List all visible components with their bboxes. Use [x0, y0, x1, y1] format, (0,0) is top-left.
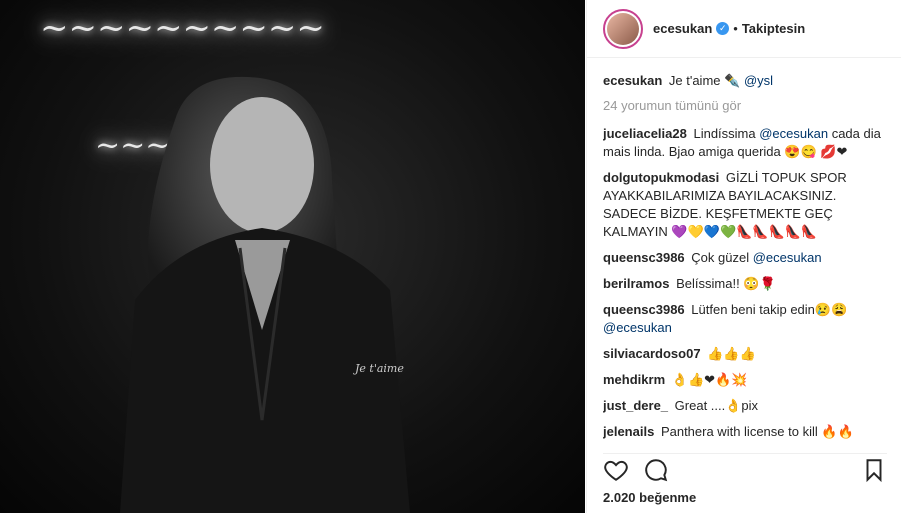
separator-dot: • [733, 21, 738, 36]
instagram-post: ~~~~~~~~~~ ~~~~~~~~ Je t'aime ecesukan ✓… [0, 0, 901, 513]
comment-username[interactable]: silviacardoso07 [603, 346, 701, 361]
comment-text: Belíssima!! 😳🌹 [676, 276, 776, 291]
caption-mention[interactable]: @ysl [744, 73, 773, 88]
comment-item: berilramos Belíssima!! 😳🌹 [603, 275, 887, 293]
view-all-comments[interactable]: 24 yorumun tümünü gör [603, 98, 887, 113]
caption-text: Je t'aime ✒️ [668, 73, 741, 88]
action-bar [603, 453, 887, 486]
comment-username[interactable]: queensc3986 [603, 250, 685, 265]
header-username[interactable]: ecesukan [653, 21, 712, 36]
comments-list: ecesukan Je t'aime ✒️ @ysl 24 yorumun tü… [603, 72, 887, 447]
post-sidebar: ecesukan ✓ • Takiptesin ecesukan Je t'ai… [586, 0, 901, 513]
save-icon[interactable] [861, 457, 887, 483]
comment-mention[interactable]: @ecesukan [759, 126, 828, 141]
comment-username[interactable]: mehdikrm [603, 372, 665, 387]
comment-text: Great ....👌pix [674, 398, 759, 413]
comment-item: mehdikrm 👌👍❤🔥💥 [603, 371, 887, 389]
comment-username[interactable]: queensc3986 [603, 302, 685, 317]
comment-username[interactable]: juceliacelia28 [603, 126, 687, 141]
avatar-image [607, 12, 639, 45]
comment-item: jelenails Panthera with license to kill … [603, 423, 887, 441]
comment-item: silviacardoso07 👍👍👍 [603, 345, 887, 363]
comment-username[interactable]: dolgutopukmodasi [603, 170, 719, 185]
verified-icon: ✓ [716, 22, 730, 35]
comment-mention[interactable]: @ecesukan [753, 250, 822, 265]
comment-username[interactable]: just_dere_ [603, 398, 668, 413]
post-header: ecesukan ✓ • Takiptesin [587, 0, 901, 58]
comment-text: Lütfen beni takip edin😢😩 [691, 302, 848, 317]
comment-text: Çok güzel [691, 250, 753, 265]
comment-mention[interactable]: @ecesukan [603, 320, 672, 335]
comment-item: juceliacelia28 Lindíssima @ecesukan cada… [603, 125, 887, 161]
comment-item: just_dere_ Great ....👌pix [603, 397, 887, 415]
comment-item: dolgutopukmodasi GİZLİ TOPUK SPOR AYAKKA… [603, 169, 887, 241]
like-icon[interactable] [603, 457, 629, 483]
comment-item: queensc3986 Çok güzel @ecesukan [603, 249, 887, 267]
follow-status[interactable]: Takiptesin [742, 21, 805, 36]
post-photo[interactable]: ~~~~~~~~~~ ~~~~~~~~ Je t'aime [0, 0, 585, 513]
portrait-figure: Je t'aime [120, 76, 410, 513]
comment-text: Lindíssima [693, 126, 760, 141]
comment-item: queensc3986 Lütfen beni takip edin😢😩 @ec… [603, 301, 887, 337]
comment-text: 👍👍👍 [707, 346, 756, 361]
comment-username[interactable]: berilramos [603, 276, 669, 291]
caption-username[interactable]: ecesukan [603, 73, 662, 88]
like-count[interactable]: 2.020 beğenme [603, 490, 696, 505]
comment-username[interactable]: jelenails [603, 424, 654, 439]
comment-icon[interactable] [643, 457, 669, 483]
comment-text: 👌👍❤🔥💥 [671, 372, 748, 387]
comment-text: Panthera with license to kill 🔥🔥 [660, 424, 854, 439]
avatar[interactable] [603, 8, 643, 49]
caption: ecesukan Je t'aime ✒️ @ysl [603, 72, 887, 90]
svg-text:Je t'aime: Je t'aime [353, 362, 404, 375]
